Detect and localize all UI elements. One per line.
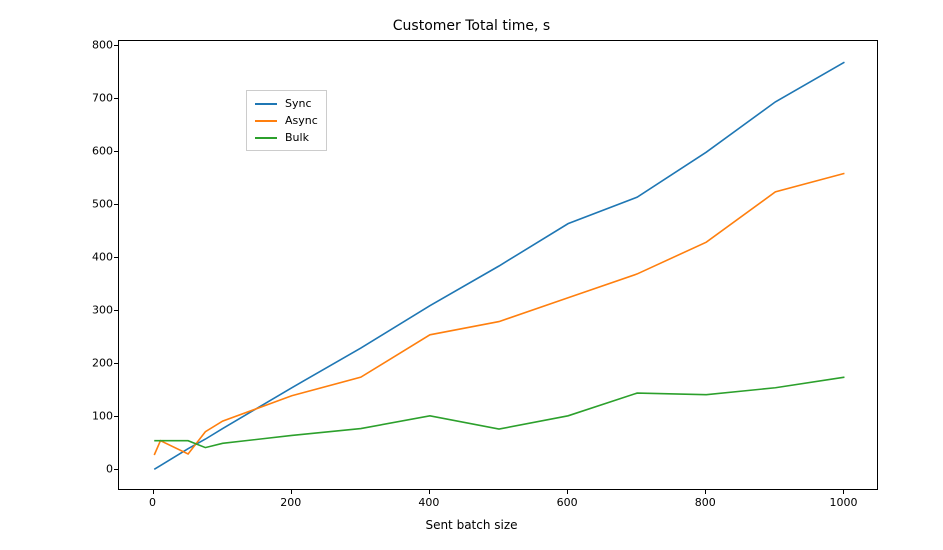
legend-entry-bulk: Bulk: [255, 129, 318, 146]
y-tick-label: 100: [92, 409, 113, 422]
legend-entry-sync: Sync: [255, 95, 318, 112]
x-axis-label: Sent batch size: [0, 518, 943, 532]
legend-label: Bulk: [285, 131, 309, 144]
y-tick-mark: [114, 204, 118, 205]
y-tick-mark: [114, 363, 118, 364]
y-tick-label: 700: [92, 92, 113, 105]
y-tick-mark: [114, 310, 118, 311]
y-tick-label: 800: [92, 39, 113, 52]
x-tick-mark: [567, 490, 568, 494]
legend: Sync Async Bulk: [246, 90, 327, 151]
legend-line-icon: [255, 137, 277, 139]
x-tick-mark: [843, 490, 844, 494]
legend-label: Async: [285, 114, 318, 127]
y-tick-mark: [114, 257, 118, 258]
y-tick-label: 500: [92, 198, 113, 211]
y-tick-mark: [114, 45, 118, 46]
chart-lines-svg: [119, 41, 879, 491]
legend-line-icon: [255, 120, 277, 122]
x-tick-label: 200: [280, 496, 301, 509]
y-tick-label: 300: [92, 304, 113, 317]
chart-title: Customer Total time, s: [0, 18, 943, 34]
legend-entry-async: Async: [255, 112, 318, 129]
y-tick-mark: [114, 151, 118, 152]
line-bulk: [154, 377, 844, 447]
y-tick-mark: [114, 416, 118, 417]
x-tick-label: 800: [695, 496, 716, 509]
x-tick-label: 400: [418, 496, 439, 509]
legend-line-icon: [255, 103, 277, 105]
legend-label: Sync: [285, 97, 312, 110]
y-tick-label: 400: [92, 251, 113, 264]
x-tick-mark: [429, 490, 430, 494]
x-tick-mark: [705, 490, 706, 494]
x-tick-mark: [291, 490, 292, 494]
plot-area: Sync Async Bulk: [118, 40, 878, 490]
y-tick-mark: [114, 469, 118, 470]
y-tick-mark: [114, 98, 118, 99]
x-tick-label: 1000: [829, 496, 857, 509]
x-tick-label: 0: [149, 496, 156, 509]
x-tick-mark: [153, 490, 154, 494]
line-async: [154, 173, 844, 455]
y-tick-label: 200: [92, 356, 113, 369]
y-tick-label: 0: [106, 462, 113, 475]
chart-container: Customer Total time, s Sync Async Bulk Sen…: [0, 0, 943, 550]
y-tick-label: 600: [92, 145, 113, 158]
x-tick-label: 600: [557, 496, 578, 509]
